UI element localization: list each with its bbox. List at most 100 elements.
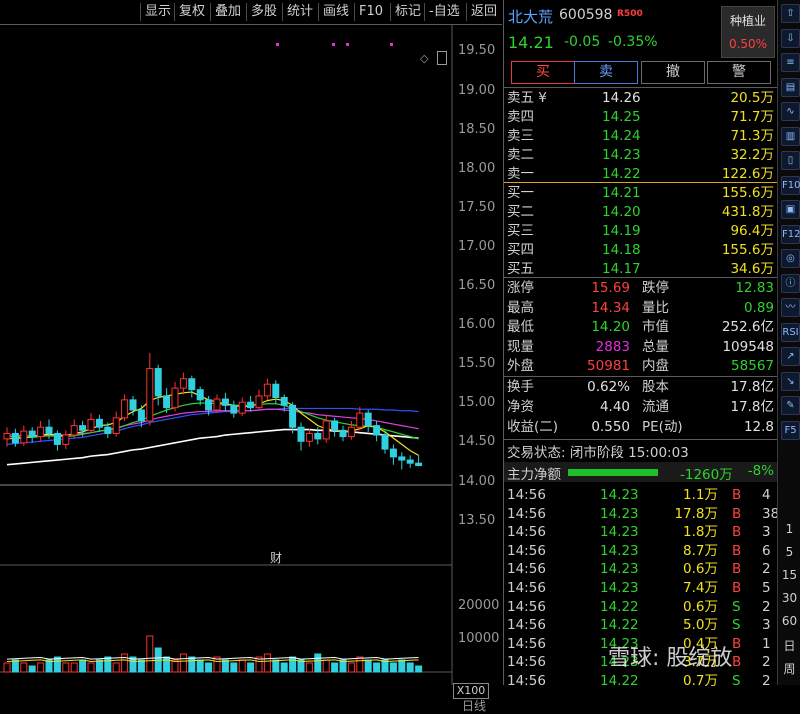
volume-bar [364,659,372,673]
price-change-pct: -0.35% [608,34,658,50]
stat-label: 量比 [642,299,669,316]
bids-row[interactable]: 买二 14.20 431.8万 [504,203,778,222]
chart-up-icon[interactable]: ↗ [781,347,800,366]
stats-button[interactable]: 统计 [282,3,317,21]
pencil-icon[interactable]: ✎ [781,396,800,415]
tick-price: 14.23 [600,505,639,522]
bids-volume: 155.6万 [721,185,774,201]
cancel-order-button[interactable]: 撤 [641,61,705,84]
adjust-button[interactable]: 复权 [174,3,209,21]
draw-button[interactable]: 画线 [318,3,353,21]
bids-row[interactable]: 买一 14.21 155.6万 [504,184,778,203]
main-flow-row[interactable]: 主力净额 -1260万 -8% [504,462,778,483]
asks-row[interactable]: 卖二 14.23 32.2万 [504,146,778,165]
period-3-button[interactable]: 30 [778,591,800,605]
table-icon[interactable]: ▤ [781,77,800,97]
stat-value: 58567 [731,358,774,374]
asks-price: 14.25 [602,109,641,125]
volume-bar [289,656,297,673]
bids-level-label: 买三 [507,223,534,239]
kline-chart[interactable]: ◇ 19.50 19.00 18.50 18.00 17.50 17.00 16… [0,24,502,713]
bids-price: 14.19 [602,223,641,239]
asks-row[interactable]: 卖三 14.24 71.3万 [504,127,778,146]
bids-row[interactable]: 买四 14.18 155.6万 [504,241,778,260]
tick-side: S [732,617,741,634]
stock-icon[interactable]: ◎ [781,249,800,268]
stock-name[interactable]: 北大荒 [508,6,553,27]
news-icon[interactable]: ▣ [781,200,800,219]
multi-stock-button[interactable]: 多股 [246,3,281,21]
mark-button[interactable]: 标记 [390,3,425,21]
period-6-button[interactable]: 周 [778,660,800,677]
macd-icon[interactable]: 〰 [781,298,800,317]
bids-level-label: 买二 [507,204,534,220]
volume-bar [37,662,45,673]
candle-body [37,426,45,438]
buy-button[interactable]: 买 [511,61,575,84]
asks-row[interactable]: 卖四 14.25 71.7万 [504,108,778,127]
candle-body [314,432,322,440]
bids-row[interactable]: 买三 14.19 96.4万 [504,222,778,241]
asks-level-label: 卖二 [507,147,534,163]
volume-bar [62,662,70,673]
chart-down-icon[interactable]: ↘ [781,371,800,391]
kline-canvas[interactable] [0,24,502,685]
stat-label: 股本 [642,379,669,395]
tick-price: 14.23 [600,524,639,541]
tick-price: 14.23 [600,580,639,596]
display-button[interactable]: 显示 [140,3,175,21]
back-button[interactable]: 返回 [466,3,501,21]
financial-report-marker[interactable]: 财 [270,549,282,566]
remove-watchlist-button[interactable]: -自选 [424,3,464,21]
candle-body [154,368,162,397]
tick-time: 14:56 [507,635,546,652]
period-4-button[interactable]: 60 [778,614,800,628]
period-0-button[interactable]: 1 [778,522,800,536]
candle-body [11,432,19,444]
f12-icon[interactable]: F12 [781,224,800,244]
candle-body [112,417,120,434]
period-2-button[interactable]: 15 [778,568,800,582]
divider [504,277,778,278]
rsi-icon[interactable]: RSI [781,322,800,342]
asks-row[interactable]: 卖五 ¥ 14.26 20.5万 [504,89,778,108]
overlay-button[interactable]: 叠加 [210,3,245,21]
stat-label: 跌停 [642,280,669,296]
candle-body [28,430,36,438]
main-flow-value: -1260万 [680,467,733,483]
candle-icon[interactable]: ▯ [781,151,800,170]
volume-bar [305,662,313,673]
bids-volume: 155.6万 [721,242,774,258]
candle-body [146,368,154,422]
tick-price: 14.23 [600,561,639,578]
diamond-icon[interactable]: ◇ [420,52,428,65]
tick-time: 14:56 [507,580,546,596]
list-icon[interactable]: ≡ [781,53,800,72]
volume-bar [331,662,339,673]
stat-label: 净资 [507,399,534,415]
f10-icon[interactable]: F10 [781,175,800,195]
f5-icon[interactable]: F5 [781,420,800,440]
sector-box[interactable]: 种植业 0.50% [721,6,775,58]
candle-body [364,412,372,427]
price-tick: 14.00 [458,474,496,489]
volume-bar [263,653,271,673]
bids-level-label: 买一 [507,185,534,201]
chart-line-icon[interactable]: ∿ [781,102,800,121]
alert-button[interactable]: 警 [707,61,771,84]
volume-bar [247,662,255,673]
asks-price: 14.26 [602,90,641,106]
chart-bar-icon[interactable]: ▥ [781,126,800,146]
info-icon[interactable]: ⓘ [781,273,800,293]
up-icon[interactable]: ⇧ [781,4,800,23]
volume-bar [389,662,397,673]
tick-volume: 1.1万 [683,487,718,503]
f10-button[interactable]: F10 [354,3,387,21]
event-marker [332,43,335,46]
volume-bar [70,662,78,673]
scroll-icon[interactable] [437,51,447,65]
down-icon[interactable]: ⇩ [781,28,800,48]
sell-button[interactable]: 卖 [574,61,638,84]
period-1-button[interactable]: 5 [778,545,800,559]
period-5-button[interactable]: 日 [778,637,800,654]
